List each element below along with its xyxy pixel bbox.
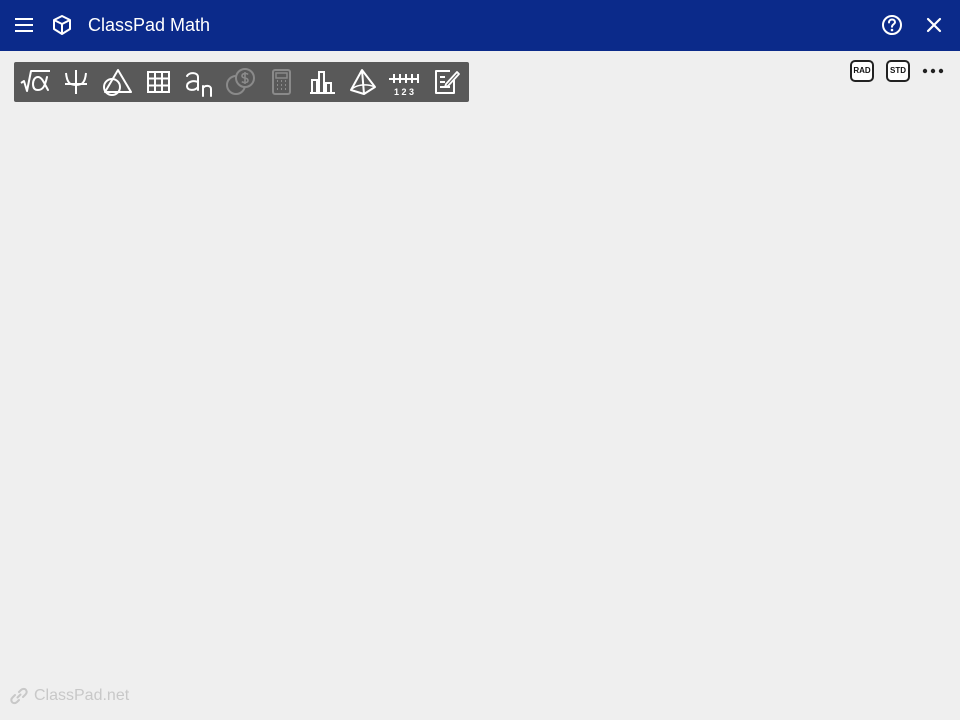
graph-psi-icon <box>65 70 87 94</box>
edit-note-icon <box>435 70 460 94</box>
link-icon <box>10 687 28 705</box>
geometry-icon <box>103 69 132 96</box>
footer-text: ClassPad.net <box>34 687 130 704</box>
calculator-icon <box>272 69 291 95</box>
sqrt-alpha-icon <box>20 70 50 92</box>
angle-mode-button[interactable]: RAD <box>850 60 874 82</box>
number-line-button[interactable]: 1 2 3 <box>387 66 421 98</box>
app-title: ClassPad Math <box>88 15 211 35</box>
app-header: ClassPad Math <box>0 0 960 51</box>
statistics-button[interactable] <box>305 66 339 98</box>
sequence-an-icon <box>185 72 212 97</box>
math-button[interactable] <box>18 66 52 98</box>
help-circle-icon[interactable] <box>881 14 903 36</box>
classpad-cube-icon <box>53 15 71 35</box>
calculator-button[interactable] <box>264 66 298 98</box>
table-icon <box>147 71 170 93</box>
3d-pyramid-icon <box>350 69 376 95</box>
app-toolbar: 1 2 3 <box>14 62 469 102</box>
hamburger-menu-icon[interactable] <box>14 15 34 35</box>
number-line-label: 1 2 3 <box>394 87 414 97</box>
financial-button[interactable] <box>223 66 257 98</box>
notes-button[interactable] <box>428 66 462 98</box>
statistics-bar-icon <box>310 71 335 94</box>
close-icon[interactable] <box>925 16 943 34</box>
financial-coins-icon <box>226 68 255 95</box>
3d-geometry-button[interactable] <box>346 66 380 98</box>
more-options-icon[interactable] <box>920 64 946 78</box>
table-button[interactable] <box>141 66 175 98</box>
number-line-icon: 1 2 3 <box>389 74 419 97</box>
graph-button[interactable] <box>59 66 93 98</box>
geometry-button[interactable] <box>100 66 134 98</box>
sequence-button[interactable] <box>182 66 216 98</box>
display-mode-button[interactable]: STD <box>886 60 910 82</box>
